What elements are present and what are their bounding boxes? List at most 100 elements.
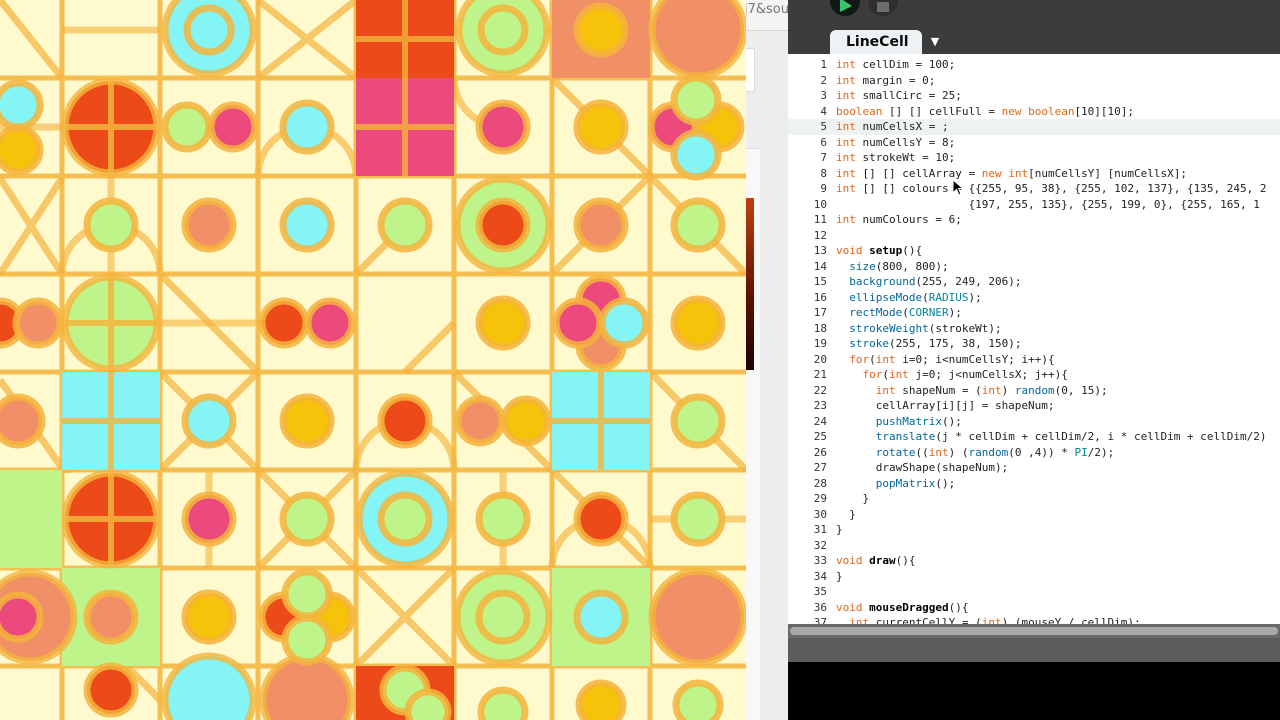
- code-text[interactable]: int numCellsY = 8;: [836, 135, 955, 151]
- code-text[interactable]: }: [836, 522, 843, 538]
- code-line[interactable]: 13 void setup(){: [788, 243, 1280, 259]
- code-text[interactable]: int [] [] cellArray = new int[numCellsY]…: [836, 166, 1187, 182]
- code-text[interactable]: }: [836, 491, 869, 507]
- line-number: 29: [813, 492, 827, 505]
- code-text[interactable]: int numColours = 6;: [836, 212, 962, 228]
- generative-pattern: [0, 0, 746, 720]
- horizontal-scrollbar[interactable]: [788, 624, 1280, 638]
- code-line[interactable]: 1 int cellDim = 100;: [788, 57, 1280, 73]
- code-line[interactable]: 31}: [788, 522, 1280, 538]
- code-text[interactable]: int strokeWt = 10;: [836, 150, 955, 166]
- line-number: 8: [820, 166, 827, 180]
- code-line[interactable]: 29 }: [788, 491, 1280, 507]
- code-text[interactable]: }: [836, 507, 856, 523]
- code-text[interactable]: for(int j=0; j<numCellsX; j++){: [836, 367, 1068, 383]
- code-text[interactable]: popMatrix();: [836, 476, 955, 492]
- code-line[interactable]: 21 for(int j=0; j<numCellsX; j++){: [788, 367, 1280, 383]
- code-line[interactable]: 12: [788, 228, 1280, 244]
- code-text[interactable]: for(int i=0; i<numCellsY; i++){: [836, 352, 1054, 368]
- tab-menu-chevron-down-icon[interactable]: ▼: [926, 30, 944, 54]
- code-line[interactable]: 8 int [] [] cellArray = new int[numCellsY…: [788, 166, 1280, 182]
- line-number: 28: [813, 476, 827, 490]
- code-text[interactable]: pushMatrix();: [836, 414, 962, 430]
- code-text[interactable]: drawShape(shapeNum);: [836, 460, 1008, 476]
- code-text[interactable]: size(800, 800);: [836, 259, 948, 275]
- code-text[interactable]: translate(j * cellDim + cellDim/2, i * c…: [836, 429, 1267, 445]
- code-text[interactable]: stroke(255, 175, 38, 150);: [836, 336, 1021, 352]
- line-number: 12: [813, 228, 827, 242]
- code-line[interactable]: 18 strokeWeight(strokeWt);: [788, 321, 1280, 337]
- code-text[interactable]: int shapeNum = (int) random(0, 15);: [836, 383, 1108, 399]
- code-text[interactable]: int currentCellY = (int) (mouseY / cellD…: [836, 615, 1140, 624]
- code-line[interactable]: 3 int smallCirc = 25;: [788, 88, 1280, 104]
- code-text[interactable]: void mouseDragged(){: [836, 600, 968, 616]
- code-text[interactable]: void setup(){: [836, 243, 922, 259]
- code-line[interactable]: 15 background(255, 249, 206);: [788, 274, 1280, 290]
- code-line[interactable]: 25 translate(j * cellDim + cellDim/2, i …: [788, 429, 1280, 445]
- code-text[interactable]: boolean [] [] cellFull = new boolean[10]…: [836, 104, 1134, 120]
- code-line[interactable]: 5 int numCellsX = ;: [788, 119, 1280, 135]
- code-line[interactable]: 19 stroke(255, 175, 38, 150);: [788, 336, 1280, 352]
- line-number: 6: [820, 135, 827, 149]
- code-line[interactable]: 27 drawShape(shapeNum);: [788, 460, 1280, 476]
- code-text[interactable]: int numCellsX = ;: [836, 119, 949, 135]
- code-text[interactable]: rotate((int) (random(0 ,4)) * PI/2);: [836, 445, 1114, 461]
- code-editor[interactable]: 1 int cellDim = 100; 2 int margin = 0; 3 int …: [788, 54, 1280, 624]
- sketch-canvas[interactable]: [0, 0, 746, 720]
- code-line[interactable]: 34}: [788, 569, 1280, 585]
- code-line[interactable]: 35: [788, 584, 1280, 600]
- code-text[interactable]: int [] [] colours = {{255, 95, 38}, {255…: [836, 181, 1266, 197]
- code-line[interactable]: 7 int strokeWt = 10;: [788, 150, 1280, 166]
- code-line[interactable]: 28 popMatrix();: [788, 476, 1280, 492]
- line-number: 34: [813, 569, 827, 583]
- code-line[interactable]: 36 void mouseDragged(){: [788, 600, 1280, 616]
- code-line[interactable]: 24 pushMatrix();: [788, 414, 1280, 430]
- line-number: 21: [813, 368, 827, 381]
- tab-bar: LineCell ▼: [788, 30, 1280, 54]
- line-number: 18: [813, 321, 827, 335]
- line-number: 35: [813, 585, 827, 598]
- scrollbar-thumb[interactable]: [790, 627, 1278, 635]
- processing-ide-window: LineCell ▼ 1 int cellDim = 100; 2 int margi…: [788, 0, 1280, 720]
- code-text[interactable]: cellArray[i][j] = shapeNum;: [836, 398, 1055, 414]
- code-text[interactable]: strokeWeight(strokeWt);: [836, 321, 1001, 337]
- code-line[interactable]: 20 for(int i=0; i<numCellsY; i++){: [788, 352, 1280, 368]
- tab-linecell[interactable]: LineCell: [830, 30, 922, 54]
- line-number: 10: [813, 197, 827, 211]
- line-number: 15: [813, 275, 827, 288]
- code-line[interactable]: 33 void draw(){: [788, 553, 1280, 569]
- code-text[interactable]: background(255, 249, 206);: [836, 274, 1021, 290]
- run-button[interactable]: [830, 0, 860, 16]
- code-line[interactable]: 37 int currentCellY = (int) (mouseY / ce…: [788, 615, 1280, 624]
- code-line[interactable]: 11 int numColours = 6;: [788, 212, 1280, 228]
- line-number: 31: [813, 523, 827, 536]
- code-line[interactable]: 30 }: [788, 507, 1280, 523]
- code-line[interactable]: 9 int [] [] colours = {{255, 95, 38}, {25…: [788, 181, 1280, 197]
- code-text[interactable]: }: [836, 569, 843, 585]
- code-line[interactable]: 26 rotate((int) (random(0 ,4)) * PI/2);: [788, 445, 1280, 461]
- line-number: 16: [813, 290, 827, 304]
- code-text[interactable]: void draw(){: [836, 553, 916, 569]
- code-line[interactable]: 16 ellipseMode(RADIUS);: [788, 290, 1280, 306]
- code-text[interactable]: ellipseMode(RADIUS);: [836, 290, 981, 306]
- code-line[interactable]: 14 size(800, 800);: [788, 259, 1280, 275]
- code-text[interactable]: int smallCirc = 25;: [836, 88, 962, 104]
- browser-url-fragment[interactable]: j7&sou: [746, 2, 788, 17]
- line-number: 24: [813, 414, 827, 428]
- code-line[interactable]: 17 rectMode(CORNER);: [788, 305, 1280, 321]
- code-text[interactable]: int margin = 0;: [836, 73, 935, 89]
- console-area[interactable]: [788, 662, 1280, 720]
- code-text[interactable]: int cellDim = 100;: [836, 57, 955, 73]
- browser-image-strip: [746, 198, 754, 370]
- code-line[interactable]: 4 boolean [] [] cellFull = new boolean[10…: [788, 104, 1280, 120]
- code-line[interactable]: 6 int numCellsY = 8;: [788, 135, 1280, 151]
- play-icon: [840, 0, 852, 12]
- code-line[interactable]: 2 int margin = 0;: [788, 73, 1280, 89]
- code-line[interactable]: 22 int shapeNum = (int) random(0, 15);: [788, 383, 1280, 399]
- code-line[interactable]: 10 {197, 255, 135}, {255, 199, 0}, {255,…: [788, 197, 1280, 213]
- code-text[interactable]: rectMode(CORNER);: [836, 305, 962, 321]
- code-line[interactable]: 32: [788, 538, 1280, 554]
- code-line[interactable]: 23 cellArray[i][j] = shapeNum;: [788, 398, 1280, 414]
- stop-button[interactable]: [868, 0, 898, 16]
- code-text[interactable]: {197, 255, 135}, {255, 199, 0}, {255, 16…: [836, 197, 1259, 213]
